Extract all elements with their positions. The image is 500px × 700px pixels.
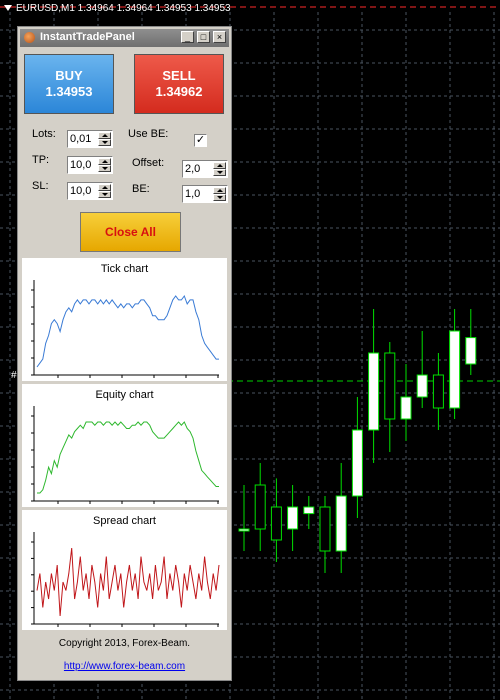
candle-body	[335, 495, 347, 552]
candle-body	[449, 330, 461, 409]
close-all-button[interactable]: Close All	[80, 212, 181, 252]
tp-value: 10,0	[70, 159, 92, 171]
lots-down-icon[interactable]	[98, 139, 111, 146]
use-be-checkbox[interactable]: ✓	[194, 134, 207, 147]
buy-price: 1.34953	[45, 84, 93, 99]
candle-body	[368, 352, 380, 431]
candle-body	[416, 374, 428, 398]
spread-chart-title: Spread chart	[93, 515, 156, 527]
panel-titlebar[interactable]: InstantTradePanel _ □ ×	[20, 29, 229, 47]
sl-label: SL:	[32, 180, 49, 192]
tp-down-icon[interactable]	[98, 165, 111, 172]
be-down-icon[interactable]	[213, 194, 226, 201]
buy-button[interactable]: BUY 1.34953	[24, 54, 114, 114]
be-up-icon[interactable]	[213, 187, 226, 194]
instant-trade-panel: InstantTradePanel _ □ × BUY 1.34953 SELL…	[17, 26, 232, 681]
tp-label: TP:	[32, 154, 50, 166]
candle-body	[287, 506, 299, 530]
offset-label: Offset:	[132, 157, 165, 169]
sell-button[interactable]: SELL 1.34962	[134, 54, 224, 114]
offset-stepper[interactable]: 2,0	[182, 160, 228, 178]
equity-chart: Equity chart	[22, 384, 227, 507]
candle-body	[400, 396, 412, 420]
website-link[interactable]: http://www.forex-beam.com	[18, 661, 231, 672]
spread-chart: Spread chart	[22, 510, 227, 630]
candle-body	[254, 484, 266, 530]
series-line	[37, 421, 219, 494]
equity-chart-title: Equity chart	[95, 389, 154, 401]
series-line	[36, 294, 219, 368]
buy-label: BUY	[55, 68, 83, 83]
tick-chart: Tick chart	[22, 258, 227, 381]
sl-down-icon[interactable]	[98, 191, 111, 198]
candle-body	[270, 506, 282, 541]
offset-value: 2,0	[185, 163, 201, 175]
panel-title: InstantTradePanel	[40, 31, 135, 43]
minimize-button[interactable]: _	[181, 31, 194, 43]
lots-value: 0,01	[70, 133, 92, 145]
candle-body	[303, 506, 315, 515]
offset-down-icon[interactable]	[213, 169, 226, 176]
sl-up-icon[interactable]	[98, 184, 111, 191]
use-be-label: Use BE:	[128, 128, 169, 140]
tp-stepper[interactable]: 10,0	[67, 156, 113, 174]
tp-up-icon[interactable]	[98, 158, 111, 165]
tick-chart-plot	[31, 280, 219, 378]
lots-up-icon[interactable]	[98, 132, 111, 139]
candle-body	[432, 374, 444, 409]
symbol-quote-text: EURUSD,M1 1.34964 1.34964 1.34953 1.3495…	[16, 3, 231, 14]
candle-body	[465, 337, 477, 365]
candle-body	[319, 506, 331, 552]
lots-label: Lots:	[32, 128, 56, 140]
sell-label: SELL	[162, 68, 196, 83]
tick-chart-title: Tick chart	[100, 263, 149, 275]
lots-stepper[interactable]: 0,01	[67, 130, 113, 148]
symbol-info-bar[interactable]: EURUSD,M1 1.34964 1.34964 1.34953 1.3495…	[4, 3, 231, 14]
checkmark-icon: ✓	[195, 134, 206, 146]
sl-value: 10,0	[70, 185, 92, 197]
be-stepper[interactable]: 1,0	[182, 185, 228, 203]
be-value: 1,0	[185, 188, 201, 200]
series-line	[36, 547, 220, 617]
app-icon	[24, 32, 35, 43]
spread-chart-plot	[31, 532, 220, 627]
close-button[interactable]: ×	[213, 31, 226, 43]
sell-price: 1.34962	[155, 84, 203, 99]
be-label: BE:	[132, 183, 150, 195]
offset-up-icon[interactable]	[213, 162, 226, 169]
candle-body	[351, 429, 363, 497]
sl-stepper[interactable]: 10,0	[67, 182, 113, 200]
copyright-text: Copyright 2013, Forex-Beam.	[58, 638, 191, 649]
candle-body	[238, 528, 250, 532]
maximize-button[interactable]: □	[197, 31, 210, 43]
dropdown-arrow-icon[interactable]	[4, 5, 12, 12]
candle-body	[384, 352, 396, 420]
equity-chart-plot	[31, 406, 219, 504]
price-marker: #	[11, 370, 17, 381]
candlesticks	[238, 309, 477, 573]
